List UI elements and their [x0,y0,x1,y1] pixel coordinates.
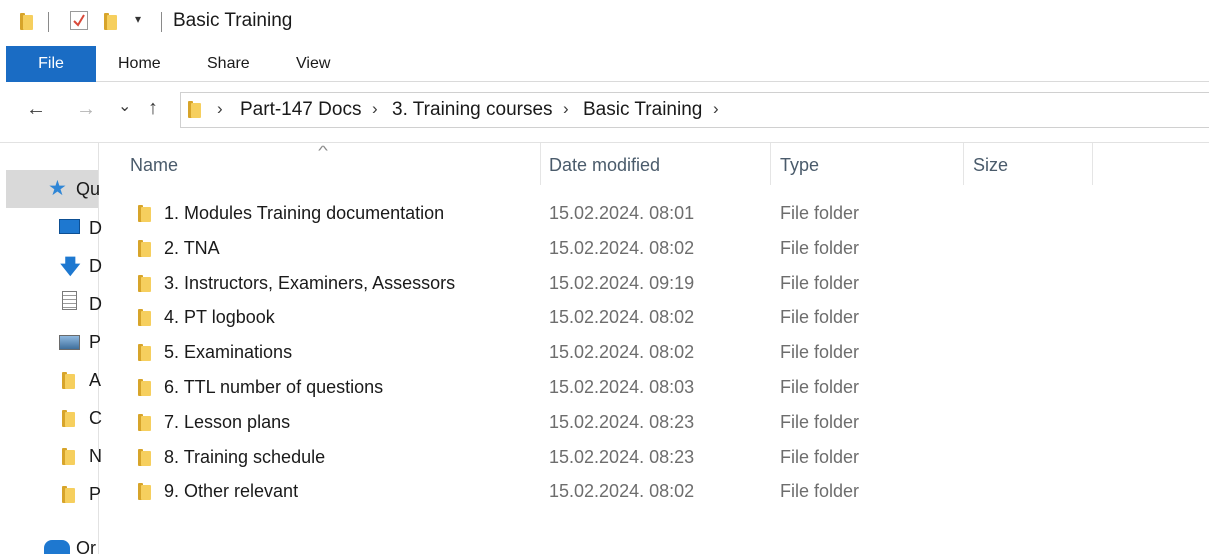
file-type: File folder [780,481,860,502]
onedrive-icon [44,540,70,554]
breadcrumb-basic-training[interactable]: Basic Training [583,99,702,121]
breadcrumb-part147-docs[interactable]: Part-147 Docs [240,99,361,121]
file-date-modified: 15.02.2024. 08:23 [549,411,695,432]
file-type: File folder [780,411,860,432]
ribbon-divider [96,81,1209,82]
file-date-modified: 15.02.2024. 08:02 [549,237,695,258]
column-header-type[interactable]: Type [780,155,819,176]
file-name[interactable]: 5. Examinations [164,342,292,363]
file-name[interactable]: 6. TTL number of questions [164,377,383,398]
back-arrow-icon[interactable]: ← [26,98,46,121]
file-type: File folder [780,377,860,397]
folder-icon [138,205,151,222]
column-divider[interactable] [1092,143,1093,185]
chevron-right-icon[interactable]: › [713,99,719,119]
column-divider[interactable] [963,143,964,185]
chevron-right-icon[interactable]: › [372,99,378,119]
file-type: File folder [780,342,860,363]
folder-icon [62,410,75,427]
file-row[interactable]: 1. Modules Training documentation 15.02.2… [100,196,1209,231]
file-name[interactable]: 2. TNA [164,238,220,259]
column-header-name[interactable]: Name [130,155,178,176]
desktop-icon [59,219,80,234]
pane-top-divider [0,142,1209,143]
file-type: File folder [780,203,860,223]
folder-icon [138,448,151,466]
column-header-date-modified[interactable]: Date modified [549,155,660,176]
recent-locations-icon[interactable]: ⌄ [118,96,131,116]
tab-view[interactable]: View [296,55,330,73]
file-date-modified: 15.02.2024. 08:02 [549,307,695,328]
folder-icon [62,448,75,465]
properties-icon[interactable] [70,11,88,30]
tab-file[interactable]: File [6,46,96,82]
folder-icon [138,239,151,257]
sort-ascending-icon: ^ [318,143,328,158]
file-date-modified: 15.02.2024. 08:02 [549,481,695,502]
new-folder-icon[interactable] [104,13,117,30]
pictures-icon [59,335,80,350]
folder-icon [138,274,151,292]
file-date-modified: 15.02.2024. 08:03 [549,377,695,397]
column-divider[interactable] [770,143,771,185]
file-row[interactable]: 3. Instructors, Examiners, Assessors 15.0… [100,266,1209,301]
file-name[interactable]: 7. Lesson plans [164,412,290,433]
file-type: File folder [780,307,860,328]
toolbar-separator [48,12,49,32]
address-folder-icon [188,101,201,118]
up-arrow-icon[interactable]: ↑ [148,97,158,120]
column-divider[interactable] [540,143,541,185]
tab-share[interactable]: Share [207,55,250,73]
folder-icon [138,483,151,501]
file-type: File folder [780,446,860,467]
folder-icon [138,413,151,431]
chevron-right-icon[interactable]: › [563,99,569,119]
chevron-right-icon[interactable]: › [217,99,223,119]
file-name[interactable]: 9. Other relevant [164,481,298,502]
window-title: Basic Training [173,10,293,31]
file-date-modified: 15.02.2024. 08:02 [549,342,695,363]
download-icon: 🡇 [60,256,81,278]
file-date-modified: 15.02.2024. 08:01 [549,203,695,223]
breadcrumb-training-courses[interactable]: 3. Training courses [392,99,553,121]
folder-icon [62,372,75,389]
file-row[interactable]: 5. Examinations 15.02.2024. 08:02 File fol… [100,335,1209,370]
file-row[interactable]: 6. TTL number of questions 15.02.2024. 08… [100,370,1209,405]
file-type: File folder [780,237,860,258]
window-folder-icon [20,13,33,30]
file-row[interactable]: 8. Training schedule 15.02.2024. 08:23 Fil… [100,440,1209,475]
customize-toolbar-dropdown-icon[interactable]: ▾ [135,12,141,26]
file-name[interactable]: 4. PT logbook [164,307,275,328]
title-separator [161,12,162,32]
document-icon [62,291,77,310]
file-date-modified: 15.02.2024. 08:23 [549,446,695,467]
file-name[interactable]: 1. Modules Training documentation [164,203,444,224]
folder-icon [138,309,151,327]
file-row[interactable]: 4. PT logbook 15.02.2024. 08:02 File folde… [100,300,1209,335]
folder-icon [138,379,151,396]
file-row[interactable]: 2. TNA 15.02.2024. 08:02 File folder [100,231,1209,266]
file-row[interactable]: 7. Lesson plans 15.02.2024. 08:23 File fol… [100,405,1209,440]
forward-arrow-icon[interactable]: → [76,98,96,121]
folder-icon [62,486,75,503]
folder-icon [138,344,151,362]
file-name[interactable]: 3. Instructors, Examiners, Assessors [164,273,455,294]
star-icon: ★ [48,177,67,200]
column-header-size[interactable]: Size [973,155,1008,176]
file-date-modified: 15.02.2024. 09:19 [549,272,695,293]
file-name[interactable]: 8. Training schedule [164,447,325,468]
sidebar-item-label[interactable]: Or [76,538,96,559]
sidebar-item-label[interactable]: Qu [76,179,100,200]
file-type: File folder [780,272,860,293]
file-row[interactable]: 9. Other relevant 15.02.2024. 08:02 File f… [100,474,1209,509]
tab-home[interactable]: Home [118,55,161,73]
